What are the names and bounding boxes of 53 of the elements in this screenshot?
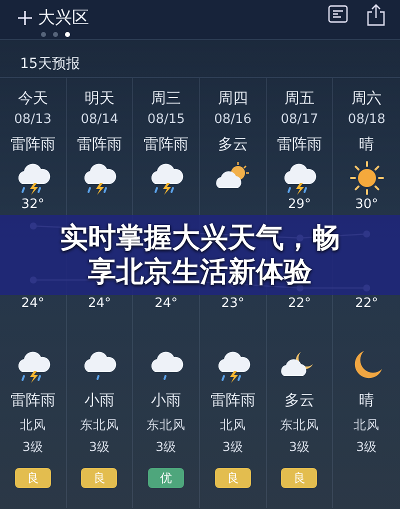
low-temperature: 24° [21, 295, 44, 313]
weather-condition: 雷阵雨 [144, 134, 189, 155]
date: 08/17 [280, 111, 318, 129]
weather-condition: 雷阵雨 [76, 134, 122, 155]
day-name: 周三 [151, 88, 182, 109]
wind-direction: 东北风 [280, 416, 319, 434]
day-name: 周四 [218, 88, 248, 109]
weather-condition: 小雨 [151, 390, 182, 411]
weather-condition: 晴 [359, 134, 374, 155]
low-temperature: 22° [288, 295, 312, 313]
low-temperature: 24° [154, 295, 178, 313]
low-temperature: 22° [355, 295, 378, 313]
wind-level: 3级 [22, 438, 44, 456]
date: 08/13 [14, 111, 52, 129]
high-temperature: 30° [355, 198, 378, 212]
date: 08/18 [348, 111, 386, 129]
weather-condition: 雷阵雨 [10, 390, 56, 411]
low-temperature: 23° [221, 295, 244, 313]
date: 08/14 [80, 111, 118, 129]
section-title: 15天预报 [0, 40, 400, 78]
weather-condition: 晴 [359, 390, 374, 411]
weather-condition: 雷阵雨 [210, 390, 256, 411]
date: 08/16 [214, 111, 252, 129]
date: 08/15 [147, 111, 185, 129]
wind-level: 3级 [222, 438, 244, 456]
day-name: 周五 [284, 88, 314, 109]
weather-condition: 雷阵雨 [276, 134, 322, 155]
day-name: 今天 [18, 88, 48, 109]
air-quality-badge: 良 [214, 468, 251, 488]
weather-condition: 雷阵雨 [10, 134, 56, 155]
high-temperature: 32° [21, 198, 44, 212]
wind-level: 3级 [89, 438, 110, 456]
air-quality-badge: 优 [148, 468, 184, 488]
weather-condition: 小雨 [84, 390, 114, 411]
weather-condition: 多云 [284, 390, 314, 411]
wind-direction: 北风 [220, 416, 246, 434]
banner-headline: 实时掌握大兴天气，畅享北京生活新体验 [59, 221, 341, 289]
day-name: 明天 [84, 88, 114, 109]
day-name: 周六 [352, 88, 382, 109]
wind-direction: 北风 [354, 416, 380, 434]
wind-level: 3级 [356, 438, 378, 456]
air-quality-badge: 良 [281, 468, 318, 488]
weather-condition: 多云 [218, 134, 248, 155]
wind-direction: 东北风 [80, 416, 119, 434]
high-temperature: 29° [288, 198, 312, 212]
city-name: 大兴区 [38, 7, 89, 29]
low-temperature: 24° [88, 295, 112, 313]
wind-direction: 北风 [20, 416, 46, 434]
wind-level: 3级 [289, 438, 310, 456]
air-quality-badge: 良 [81, 468, 118, 488]
wind-direction: 东北风 [146, 416, 186, 434]
wind-level: 3级 [156, 438, 177, 456]
air-quality-badge: 良 [14, 468, 51, 488]
